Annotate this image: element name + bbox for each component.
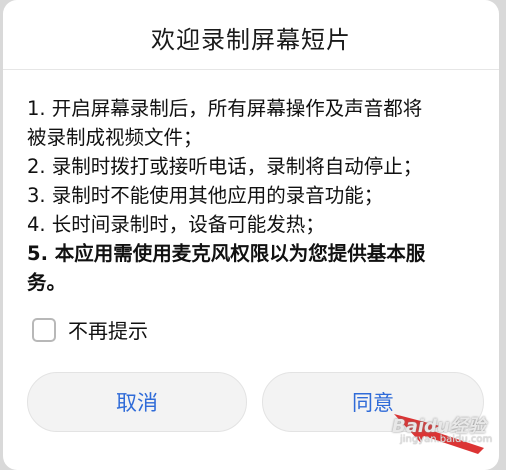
dialog-message: 1. 开启屏幕录制后，所有屏幕操作及声音都将 被录制成视频文件； 2. 录制时拨…: [27, 94, 487, 297]
dont-show-again-label: 不再提示: [68, 319, 148, 343]
watermark-subtext: jingyan.baidu.com: [400, 434, 493, 445]
message-line: 被录制成视频文件；: [27, 126, 203, 149]
permission-notice-line: 务。: [27, 271, 67, 294]
dialog-title: 欢迎录制屏幕短片: [151, 26, 351, 54]
message-line: 1. 开启屏幕录制后，所有屏幕操作及声音都将: [27, 97, 423, 120]
message-line: 3. 录制时不能使用其他应用的录音功能；: [27, 184, 384, 207]
cancel-button[interactable]: 取消: [27, 372, 247, 432]
title-divider: [3, 69, 499, 70]
watermark: Baidu经验 jingyan.baidu.com: [380, 406, 506, 458]
screen-record-dialog: 欢迎录制屏幕短片 1. 开启屏幕录制后，所有屏幕操作及声音都将 被录制成视频文件…: [3, 0, 499, 470]
message-line: 4. 长时间录制时，设备可能发热；: [27, 213, 325, 236]
message-line: 2. 录制时拨打或接听电话，录制将自动停止；: [27, 155, 423, 178]
permission-notice-line: 5. 本应用需使用麦克风权限以为您提供基本服: [27, 242, 426, 265]
dont-show-again-checkbox[interactable]: [32, 317, 56, 342]
dont-show-again-row[interactable]: 不再提示: [32, 315, 148, 344]
